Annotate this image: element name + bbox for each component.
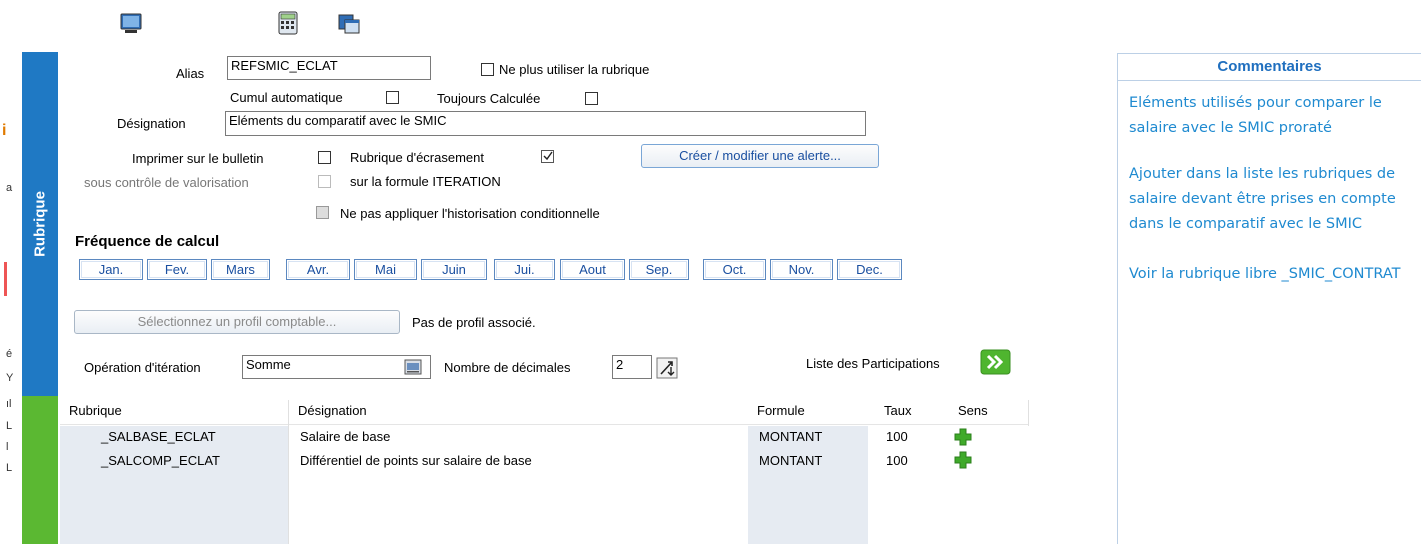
cumul-label: Cumul automatique xyxy=(230,90,343,105)
imprimer-label: Imprimer sur le bulletin xyxy=(132,151,264,166)
edge-fragment: L xyxy=(6,462,13,474)
check-icon xyxy=(543,151,553,161)
header-formule[interactable]: Formule xyxy=(757,403,805,418)
edge-fragment: a xyxy=(6,182,13,194)
window-icon[interactable] xyxy=(337,12,361,36)
header-rubrique[interactable]: Rubrique xyxy=(69,403,122,418)
month-mars-button[interactable]: Mars xyxy=(211,259,270,280)
month-sep-button[interactable]: Sep. xyxy=(629,259,689,280)
month-fev-button[interactable]: Fev. xyxy=(147,259,207,280)
month-mai-button[interactable]: Mai xyxy=(354,259,417,280)
alias-label: Alias xyxy=(176,66,205,81)
rubrique-band: Rubrique xyxy=(22,52,58,396)
ecrasement-label: Rubrique d'écrasement xyxy=(350,150,484,165)
table-col-divider xyxy=(1028,400,1029,426)
month-dec-button[interactable]: Dec. xyxy=(837,259,902,280)
cumul-checkbox[interactable] xyxy=(386,91,399,104)
list-band xyxy=(22,396,58,544)
historisation-label: Ne pas appliquer l'historisation conditi… xyxy=(340,206,600,221)
toujours-label: Toujours Calculée xyxy=(437,91,541,106)
alias-input[interactable]: REFSMIC_ECLAT xyxy=(227,56,431,80)
designation-input[interactable]: Eléments du comparatif avec le SMIC xyxy=(225,111,866,136)
edge-fragment: Y xyxy=(6,372,14,384)
decimales-input[interactable]: 2 xyxy=(612,355,652,379)
comment-paragraph: Ajouter dans la liste les rubriques de s… xyxy=(1129,166,1396,232)
historisation-checkbox[interactable] xyxy=(316,206,329,219)
frequence-title: Fréquence de calcul xyxy=(75,233,220,250)
dropdown-icon[interactable] xyxy=(404,359,422,375)
decimales-label: Nombre de décimales xyxy=(444,360,571,375)
edge-fragment: l xyxy=(6,441,9,453)
cell-taux: 100 xyxy=(886,429,908,444)
header-designation[interactable]: Désignation xyxy=(298,403,367,418)
iteration-formule-label: sur la formule ITERATION xyxy=(350,174,501,189)
profil-comptable-button[interactable]: Sélectionnez un profil comptable... xyxy=(74,310,400,334)
edge-fragment: L xyxy=(6,420,13,432)
month-aout-button[interactable]: Aout xyxy=(560,259,625,280)
header-taux[interactable]: Taux xyxy=(884,403,911,418)
comments-panel: Commentaires Eléments utilisés pour comp… xyxy=(1117,53,1421,544)
profil-status-label: Pas de profil associé. xyxy=(412,315,536,330)
cell-formule: MONTANT xyxy=(759,429,823,444)
monitor-icon[interactable] xyxy=(119,12,143,36)
designation-label: Désignation xyxy=(117,116,186,131)
comment-paragraph: Eléments utilisés pour comparer le salai… xyxy=(1129,95,1382,136)
toujours-checkbox[interactable] xyxy=(585,92,598,105)
iteration-formule-checkbox[interactable] xyxy=(318,175,331,188)
month-avr-button[interactable]: Avr. xyxy=(286,259,350,280)
forward-icon[interactable] xyxy=(980,349,1011,375)
comment-paragraph: Voir la rubrique libre _SMIC_CONTRAT xyxy=(1129,266,1401,282)
cell-formule: MONTANT xyxy=(759,453,823,468)
edge-fragment: é xyxy=(6,348,13,360)
rubrique-band-label: Rubrique xyxy=(31,191,49,257)
ne-plus-utiliser-checkbox[interactable] xyxy=(481,63,494,76)
spinner-icon[interactable] xyxy=(655,357,679,379)
operation-iteration-select[interactable]: Somme xyxy=(242,355,431,379)
month-jan-button[interactable]: Jan. xyxy=(79,259,143,280)
alerte-button[interactable]: Créer / modifier une alerte... xyxy=(641,144,879,168)
month-jui-button[interactable]: Jui. xyxy=(494,259,555,280)
month-juin-button[interactable]: Juin xyxy=(421,259,487,280)
sous-controle-label: sous contrôle de valorisation xyxy=(84,175,249,190)
edge-fragment: ıl xyxy=(6,398,12,410)
header-sens[interactable]: Sens xyxy=(958,403,988,418)
cell-rubrique: _SALBASE_ECLAT xyxy=(101,429,216,444)
month-oct-button[interactable]: Oct. xyxy=(703,259,766,280)
imprimer-checkbox[interactable] xyxy=(318,151,331,164)
comments-title: Commentaires xyxy=(1118,54,1421,81)
cell-taux: 100 xyxy=(886,453,908,468)
cell-rubrique: _SALCOMP_ECLAT xyxy=(101,453,220,468)
calculator-icon[interactable] xyxy=(276,11,300,35)
table-header-divider xyxy=(60,424,1028,425)
plus-icon[interactable] xyxy=(954,451,972,469)
cell-designation: Différentiel de points sur salaire de ba… xyxy=(300,453,532,468)
edge-red-marker xyxy=(4,262,7,296)
operation-iteration-label: Opération d'itération xyxy=(84,360,201,375)
plus-icon[interactable] xyxy=(954,428,972,446)
ne-plus-utiliser-label: Ne plus utiliser la rubrique xyxy=(499,62,650,77)
edge-fragment: i xyxy=(2,122,7,139)
participations-label: Liste des Participations xyxy=(806,356,940,371)
month-nov-button[interactable]: Nov. xyxy=(770,259,833,280)
table-col-divider xyxy=(288,400,289,544)
cell-designation: Salaire de base xyxy=(300,429,391,444)
